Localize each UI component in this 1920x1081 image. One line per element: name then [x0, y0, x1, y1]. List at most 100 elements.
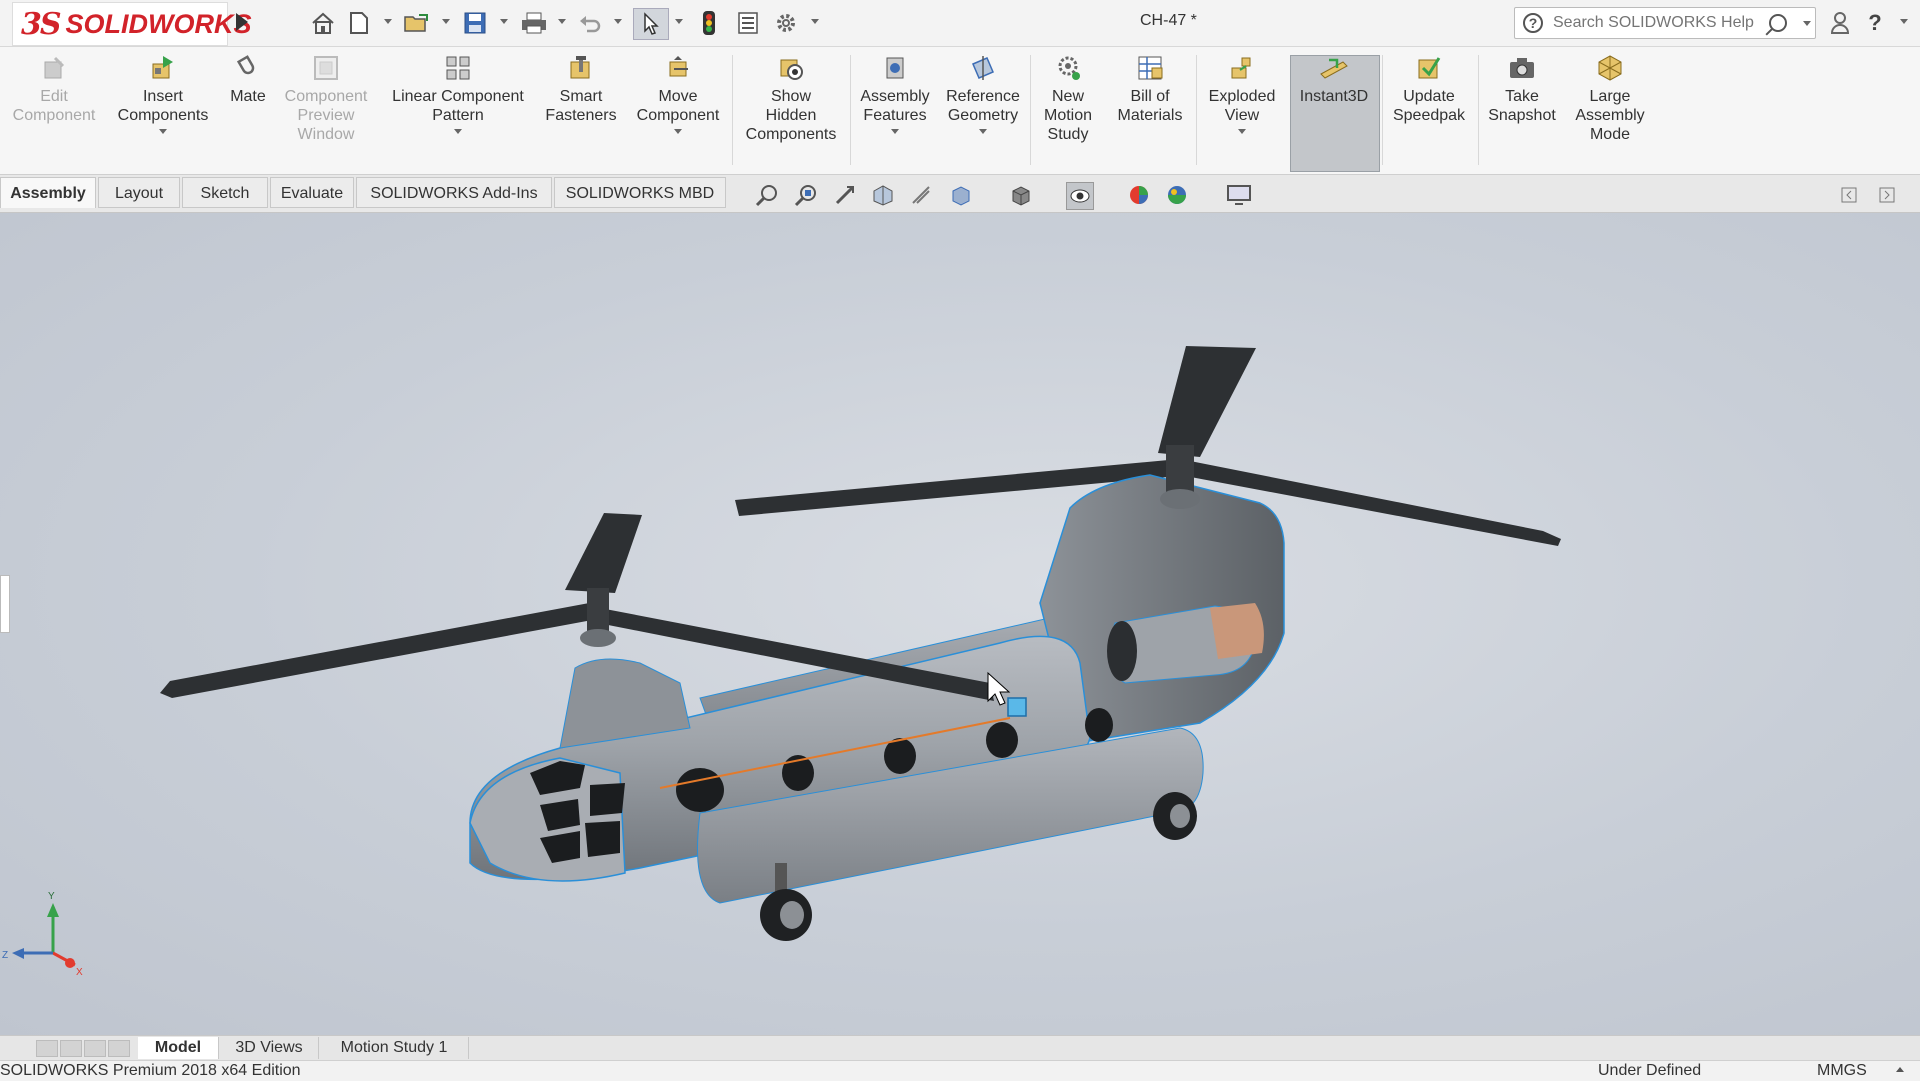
assembly-features-icon [880, 53, 910, 83]
user-account-icon[interactable] [1826, 8, 1854, 38]
insert-components-icon [148, 53, 178, 83]
mate-button[interactable]: Mate [220, 53, 276, 106]
task-pane-toggle-icon[interactable] [1874, 182, 1900, 208]
undo-icon[interactable] [576, 8, 604, 38]
linear-component-pattern-button[interactable]: Linear Component Pattern [380, 53, 536, 134]
exploded-view-button[interactable]: Exploded View [1200, 53, 1284, 134]
large-assembly-mode-button[interactable]: Large Assembly Mode [1566, 53, 1654, 144]
assembly-features-dropdown-icon[interactable] [891, 129, 899, 134]
take-snapshot-button[interactable]: Take Snapshot [1480, 53, 1564, 125]
tab-scroll-prev-icon[interactable] [60, 1040, 82, 1057]
ch47-helicopter-model[interactable]: Y Z X [0, 213, 1920, 1035]
home-icon[interactable] [308, 8, 338, 38]
tab-motion-study-1[interactable]: Motion Study 1 [320, 1037, 469, 1059]
move-component-button[interactable]: Move Component [628, 53, 728, 134]
status-bar: SOLIDWORKS Premium 2018 x64 Edition Unde… [0, 1060, 1920, 1081]
tab-solidworks-mbd[interactable]: SOLIDWORKS MBD [554, 177, 726, 208]
new-dropdown-icon[interactable] [384, 19, 392, 24]
command-manager-ribbon: Edit Component Insert Components Mate Co… [0, 47, 1920, 175]
triad-x-label: X [76, 967, 83, 978]
previous-view-icon[interactable] [832, 182, 858, 208]
tab-scroll-last-icon[interactable] [108, 1040, 130, 1057]
view-orientation-icon[interactable] [948, 182, 974, 208]
view-settings-icon[interactable] [1226, 182, 1252, 208]
section-view-icon[interactable] [870, 182, 896, 208]
tab-model[interactable]: Model [138, 1037, 219, 1059]
print-icon[interactable] [518, 8, 550, 38]
print-dropdown-icon[interactable] [558, 19, 566, 24]
new-document-icon[interactable] [346, 8, 372, 38]
show-hidden-icon [776, 53, 806, 83]
mate-icon [233, 53, 263, 83]
title-bar: 3S SOLIDWORKS CH-47 * ? Search SOLIDWORK… [0, 0, 1920, 47]
instant3d-button[interactable]: Instant3D [1290, 53, 1378, 106]
options-dropdown-icon[interactable] [811, 19, 819, 24]
help-dropdown-icon[interactable] [1900, 19, 1908, 24]
component-preview-window-button[interactable]: Component Preview Window [276, 53, 376, 144]
tab-layout[interactable]: Layout [98, 177, 180, 208]
camera-icon [1507, 53, 1537, 83]
search-dropdown-icon[interactable] [1803, 20, 1811, 26]
new-motion-study-button[interactable]: New Motion Study [1032, 53, 1104, 144]
reference-triad: Y Z X [2, 891, 83, 978]
tab-3d-views[interactable]: 3D Views [220, 1037, 319, 1059]
show-hidden-components-button[interactable]: Show Hidden Components [735, 53, 847, 144]
display-style-icon[interactable] [1008, 182, 1034, 208]
select-dropdown-icon[interactable] [675, 19, 683, 24]
save-dropdown-icon[interactable] [500, 19, 508, 24]
reference-geometry-button[interactable]: Reference Geometry [940, 53, 1026, 134]
insert-components-dropdown-icon[interactable] [159, 129, 167, 134]
linear-pattern-icon [443, 53, 473, 83]
search-input[interactable] [1551, 13, 1765, 33]
reference-geometry-dropdown-icon[interactable] [979, 129, 987, 134]
smart-fasteners-icon [566, 53, 596, 83]
viewport-restore-icon[interactable] [1836, 182, 1862, 208]
tab-solidworks-add-ins[interactable]: SOLIDWORKS Add-Ins [356, 177, 552, 208]
status-expand-icon[interactable] [1896, 1067, 1904, 1072]
assembly-features-button[interactable]: Assembly Features [852, 53, 938, 134]
help-icon[interactable]: ? [1862, 8, 1888, 38]
move-component-icon [663, 53, 693, 83]
tab-evaluate[interactable]: Evaluate [270, 177, 354, 208]
undo-dropdown-icon[interactable] [614, 19, 622, 24]
rebuild-icon[interactable] [696, 8, 722, 38]
bill-of-materials-button[interactable]: Bill of Materials [1108, 53, 1192, 125]
search-icon[interactable] [1769, 14, 1787, 32]
zoom-to-fit-icon[interactable] [754, 182, 780, 208]
open-dropdown-icon[interactable] [442, 19, 450, 24]
select-icon[interactable] [633, 8, 669, 40]
exploded-view-icon [1227, 53, 1257, 83]
menu-expand-arrow-icon[interactable] [236, 13, 248, 31]
dynamic-annotation-icon[interactable] [908, 182, 934, 208]
edition-label: SOLIDWORKS Premium 2018 x64 Edition [0, 1062, 301, 1079]
ribbon-separator [1382, 55, 1383, 165]
save-icon[interactable] [460, 8, 490, 38]
edit-component-icon [39, 53, 69, 83]
tab-scroll-first-icon[interactable] [36, 1040, 58, 1057]
bottom-tabs-bar: Model 3D Views Motion Study 1 [0, 1035, 1920, 1060]
open-icon[interactable] [402, 8, 432, 38]
file-properties-icon[interactable] [734, 8, 762, 38]
update-speedpak-button[interactable]: Update Speedpak [1384, 53, 1474, 125]
search-box[interactable]: ? [1514, 7, 1816, 39]
zoom-to-area-icon[interactable] [793, 182, 819, 208]
smart-fasteners-button[interactable]: Smart Fasteners [536, 53, 626, 125]
options-icon[interactable] [772, 8, 800, 38]
exploded-view-dropdown-icon[interactable] [1238, 129, 1246, 134]
selection-handle[interactable] [1007, 697, 1027, 717]
definition-status: Under Defined [1598, 1062, 1702, 1079]
edit-component-button[interactable]: Edit Component [4, 53, 104, 125]
hide-show-items-icon[interactable] [1066, 182, 1094, 210]
tab-scroll-next-icon[interactable] [84, 1040, 106, 1057]
graphics-area[interactable]: Y Z X [0, 213, 1920, 1035]
unit-system[interactable]: MMGS [1817, 1062, 1867, 1080]
edit-appearance-icon[interactable] [1126, 182, 1152, 208]
solidworks-logo[interactable]: 3S SOLIDWORKS [12, 2, 252, 46]
move-component-dropdown-icon[interactable] [674, 129, 682, 134]
tab-assembly[interactable]: Assembly [0, 177, 96, 208]
large-assembly-icon [1595, 53, 1625, 83]
tab-sketch[interactable]: Sketch [182, 177, 268, 208]
linear-pattern-dropdown-icon[interactable] [454, 129, 462, 134]
insert-components-button[interactable]: Insert Components [110, 53, 216, 134]
apply-scene-icon[interactable] [1164, 182, 1190, 208]
